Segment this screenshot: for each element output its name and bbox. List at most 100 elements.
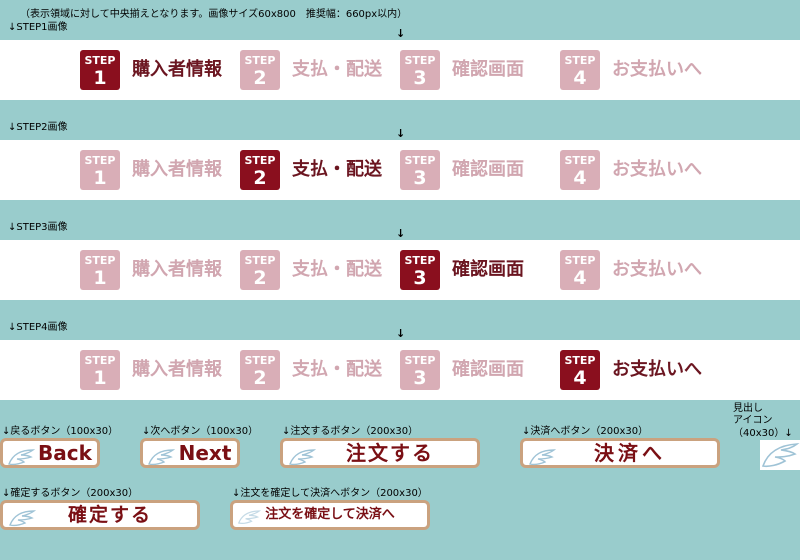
step-bar-1: STEP 1 購入者情報 STEP 2 支払・配送 STEP 3 確認画面 STEP 4 お支払いへ bbox=[0, 40, 800, 100]
wing-icon bbox=[527, 447, 557, 471]
step-bar-2: STEP 1 購入者情報 STEP 2 支払・配送 STEP 3 確認画面 STEP 4 お支払いへ bbox=[0, 140, 800, 200]
step-label: 支払・配送 bbox=[292, 159, 382, 180]
step-label: 確認画面 bbox=[452, 259, 524, 280]
step-label: 確認画面 bbox=[452, 159, 524, 180]
step-badge: STEP 1 bbox=[80, 350, 120, 390]
top-note: （表示領域に対して中央揃えとなります。画像サイズ60x800 推奨幅：660px… bbox=[20, 9, 408, 20]
confirm-button[interactable]: 確定する bbox=[0, 500, 200, 530]
step-badge-number: 2 bbox=[253, 167, 267, 189]
back-button-caption: ↓戻るボタン（100x30） bbox=[2, 426, 119, 437]
step-badge: STEP 3 bbox=[400, 350, 440, 390]
step-label: 確認画面 bbox=[452, 59, 524, 80]
step-label: 支払・配送 bbox=[292, 259, 382, 280]
step-badge-number: 4 bbox=[573, 67, 587, 89]
step-badge-number: 1 bbox=[93, 67, 107, 89]
heading-icon-caption-1: 見出し bbox=[733, 403, 763, 414]
back-button-label: Back bbox=[38, 441, 92, 465]
wing-icon bbox=[7, 509, 37, 533]
step-badge-number: 2 bbox=[253, 67, 267, 89]
confirm-to-payment-button[interactable]: 注文を確定して決済へ bbox=[230, 500, 430, 530]
step-badge-word: STEP bbox=[84, 54, 116, 67]
step-badge-number: 3 bbox=[413, 367, 427, 389]
center-arrow: ↓ bbox=[396, 27, 406, 40]
step-badge: STEP 3 bbox=[400, 150, 440, 190]
step-badge-word: STEP bbox=[244, 154, 276, 167]
step-label: 購入者情報 bbox=[132, 359, 222, 380]
step-badge-word: STEP bbox=[244, 354, 276, 367]
payment-button[interactable]: 決済へ bbox=[520, 438, 720, 468]
step-badge: STEP 2 bbox=[240, 150, 280, 190]
step-badge: STEP 1 bbox=[80, 50, 120, 90]
step-label: 確認画面 bbox=[452, 359, 524, 380]
section-caption: ↓STEP2画像 bbox=[8, 122, 68, 133]
step-badge: STEP 2 bbox=[240, 250, 280, 290]
step-badge-word: STEP bbox=[84, 354, 116, 367]
step-badge-number: 3 bbox=[413, 267, 427, 289]
step-badge: STEP 3 bbox=[400, 50, 440, 90]
heading-icon-caption-3: （40x30）↓ bbox=[733, 428, 793, 439]
step-badge: STEP 4 bbox=[560, 150, 600, 190]
center-arrow: ↓ bbox=[396, 127, 406, 140]
step-badge-number: 2 bbox=[253, 267, 267, 289]
step-badge-word: STEP bbox=[564, 354, 596, 367]
step-badge-word: STEP bbox=[244, 254, 276, 267]
heading-wing-icon bbox=[760, 440, 800, 470]
step-label: 支払・配送 bbox=[292, 59, 382, 80]
step-badge-number: 1 bbox=[93, 167, 107, 189]
section-caption: ↓STEP4画像 bbox=[8, 322, 68, 333]
step-badge-word: STEP bbox=[404, 54, 436, 67]
center-arrow: ↓ bbox=[396, 227, 406, 240]
step-badge: STEP 4 bbox=[560, 350, 600, 390]
step-badge: STEP 1 bbox=[80, 250, 120, 290]
step-badge-word: STEP bbox=[564, 254, 596, 267]
step-badge-word: STEP bbox=[404, 254, 436, 267]
next-button-label: Next bbox=[178, 441, 232, 465]
step-label: お支払いへ bbox=[612, 359, 702, 380]
wing-icon bbox=[147, 447, 176, 471]
confirm-to-payment-label: 注文を確定して決済へ bbox=[265, 507, 395, 522]
step-badge: STEP 4 bbox=[560, 50, 600, 90]
heading-icon-caption-2: アイコン bbox=[733, 415, 773, 426]
step-label: 購入者情報 bbox=[132, 259, 222, 280]
step-badge-number: 4 bbox=[573, 167, 587, 189]
step-badge-word: STEP bbox=[564, 154, 596, 167]
step-badge-word: STEP bbox=[244, 54, 276, 67]
section-caption: ↓STEP3画像 bbox=[8, 222, 68, 233]
payment-button-label: 決済へ bbox=[594, 441, 666, 465]
step-badge-number: 1 bbox=[93, 367, 107, 389]
step-label: お支払いへ bbox=[612, 59, 702, 80]
step-badge: STEP 4 bbox=[560, 250, 600, 290]
step-badge-word: STEP bbox=[404, 354, 436, 367]
step-badge-number: 4 bbox=[573, 267, 587, 289]
order-button[interactable]: 注文する bbox=[280, 438, 480, 468]
step-badge: STEP 1 bbox=[80, 150, 120, 190]
step-label: お支払いへ bbox=[612, 259, 702, 280]
step-label: 支払・配送 bbox=[292, 359, 382, 380]
order-button-label: 注文する bbox=[346, 441, 434, 465]
confirm-button-caption: ↓確定するボタン（200x30） bbox=[2, 488, 139, 499]
next-button-caption: ↓次へボタン（100x30） bbox=[142, 426, 259, 437]
confirm-button-label: 確定する bbox=[67, 504, 152, 526]
step-badge-number: 1 bbox=[93, 267, 107, 289]
section-caption: ↓STEP1画像 bbox=[8, 22, 68, 33]
wing-icon bbox=[287, 447, 317, 471]
step-label: 購入者情報 bbox=[132, 59, 222, 80]
center-arrow: ↓ bbox=[396, 327, 406, 340]
step-badge-word: STEP bbox=[564, 54, 596, 67]
step-badge-number: 4 bbox=[573, 367, 587, 389]
wing-icon bbox=[237, 509, 262, 534]
step-label: 購入者情報 bbox=[132, 159, 222, 180]
step-badge-number: 3 bbox=[413, 67, 427, 89]
payment-button-caption: ↓決済へボタン（200x30） bbox=[522, 426, 649, 437]
step-badge-word: STEP bbox=[84, 254, 116, 267]
step-badge: STEP 3 bbox=[400, 250, 440, 290]
back-button[interactable]: Back bbox=[0, 438, 100, 468]
step-bar-3: STEP 1 購入者情報 STEP 2 支払・配送 STEP 3 確認画面 STEP 4 お支払いへ bbox=[0, 240, 800, 300]
next-button[interactable]: Next bbox=[140, 438, 240, 468]
confirm-to-payment-caption: ↓注文を確定して決済へボタン（200x30） bbox=[232, 488, 428, 499]
order-button-caption: ↓注文するボタン（200x30） bbox=[282, 426, 419, 437]
step-badge-word: STEP bbox=[404, 154, 436, 167]
step-bar-4: STEP 1 購入者情報 STEP 2 支払・配送 STEP 3 確認画面 STEP 4 お支払いへ bbox=[0, 340, 800, 400]
wing-icon bbox=[7, 447, 36, 471]
step-badge: STEP 2 bbox=[240, 50, 280, 90]
